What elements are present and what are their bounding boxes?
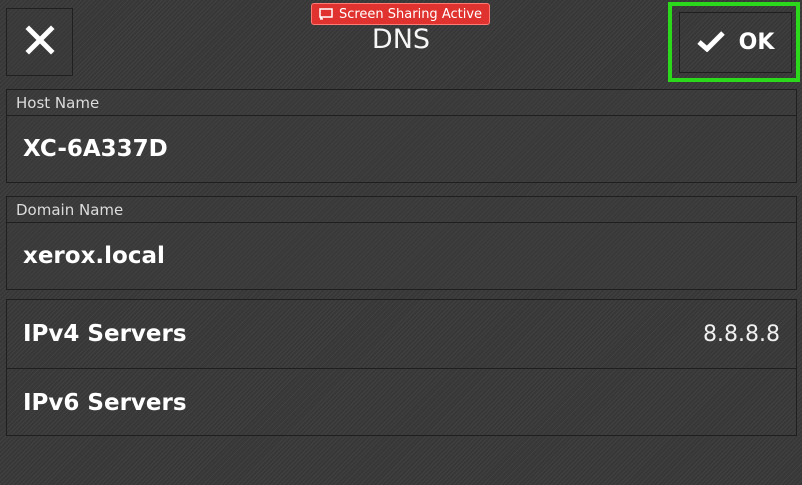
host-name-label: Host Name — [7, 90, 796, 116]
page-title: DNS — [371, 24, 431, 55]
screen-share-icon — [319, 8, 333, 20]
ok-button-highlight[interactable]: OK — [668, 2, 800, 82]
dns-servers-list: IPv4 Servers 8.8.8.8 IPv6 Servers — [6, 299, 797, 436]
ipv6-servers-label: IPv6 Servers — [23, 389, 187, 416]
ipv4-servers-label: IPv4 Servers — [23, 321, 187, 347]
host-name-value[interactable]: XC-6A337D — [7, 116, 796, 182]
domain-name-value[interactable]: xerox.local — [7, 223, 796, 289]
host-name-field[interactable]: Host Name XC-6A337D — [6, 89, 797, 183]
domain-name-field[interactable]: Domain Name xerox.local — [6, 196, 797, 290]
ok-button[interactable]: OK — [679, 12, 792, 73]
checkmark-icon — [696, 30, 725, 56]
ipv6-servers-row[interactable]: IPv6 Servers — [7, 368, 796, 436]
close-button[interactable] — [6, 8, 73, 76]
screen-sharing-badge: Screen Sharing Active — [311, 3, 490, 25]
ipv4-servers-row[interactable]: IPv4 Servers 8.8.8.8 — [7, 300, 796, 368]
screen-sharing-label: Screen Sharing Active — [338, 6, 483, 22]
close-icon — [24, 25, 55, 59]
ipv4-servers-value: 8.8.8.8 — [703, 321, 780, 347]
domain-name-label: Domain Name — [7, 197, 796, 223]
ok-label: OK — [738, 30, 775, 55]
